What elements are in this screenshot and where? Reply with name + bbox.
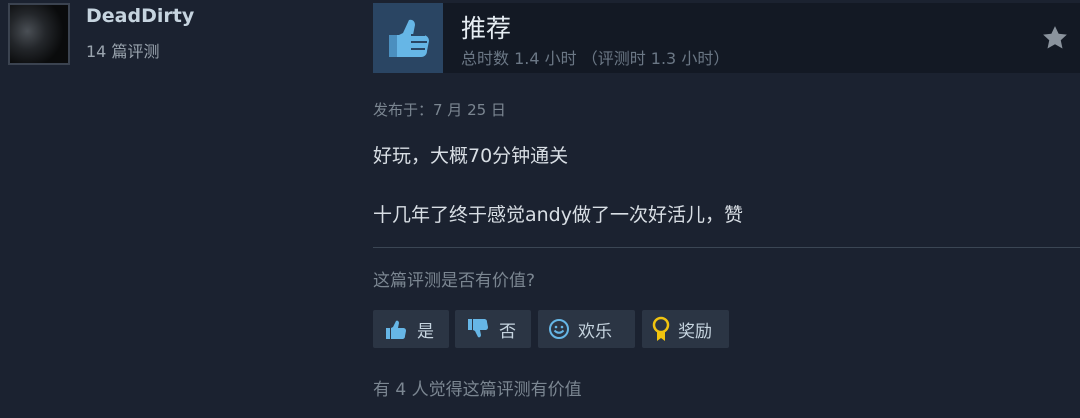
thumbs-down-icon bbox=[468, 319, 488, 338]
star-icon[interactable] bbox=[1040, 23, 1070, 53]
vote-yes-button[interactable]: 是 bbox=[373, 310, 449, 348]
divider bbox=[373, 247, 1080, 248]
smiley-icon bbox=[549, 319, 569, 339]
user-name[interactable]: DeadDirty bbox=[86, 5, 194, 27]
recommendation-header: 推荐 总时数 1.4 小时 （评测时 1.3 小时） bbox=[373, 3, 1080, 73]
avatar[interactable] bbox=[8, 3, 70, 65]
award-button[interactable]: 奖励 bbox=[642, 310, 729, 348]
review-text-line: 好玩，大概70分钟通关 bbox=[373, 145, 569, 167]
vote-funny-button[interactable]: 欢乐 bbox=[538, 310, 635, 348]
helpful-count: 有 4 人觉得这篇评测有价值 bbox=[373, 380, 582, 400]
thumbs-up-icon bbox=[386, 320, 406, 339]
award-ribbon-icon bbox=[652, 316, 670, 341]
award-label: 奖励 bbox=[678, 321, 712, 342]
posted-date: 发布于：7 月 25 日 bbox=[373, 101, 506, 119]
user-review-count[interactable]: 14 篇评测 bbox=[86, 38, 159, 62]
recommendation-title: 推荐 bbox=[461, 14, 512, 43]
vote-no-label: 否 bbox=[499, 321, 516, 342]
vote-no-button[interactable]: 否 bbox=[455, 310, 531, 348]
helpful-question: 这篇评测是否有价值? bbox=[373, 271, 536, 291]
vote-yes-label: 是 bbox=[417, 321, 434, 342]
review-text-line: 十几年了终于感觉andy做了一次好活儿，赞 bbox=[373, 204, 743, 226]
thumbs-up-icon bbox=[373, 3, 443, 73]
playtime-hours: 总时数 1.4 小时 （评测时 1.3 小时） bbox=[461, 49, 730, 68]
vote-funny-label: 欢乐 bbox=[578, 321, 612, 342]
